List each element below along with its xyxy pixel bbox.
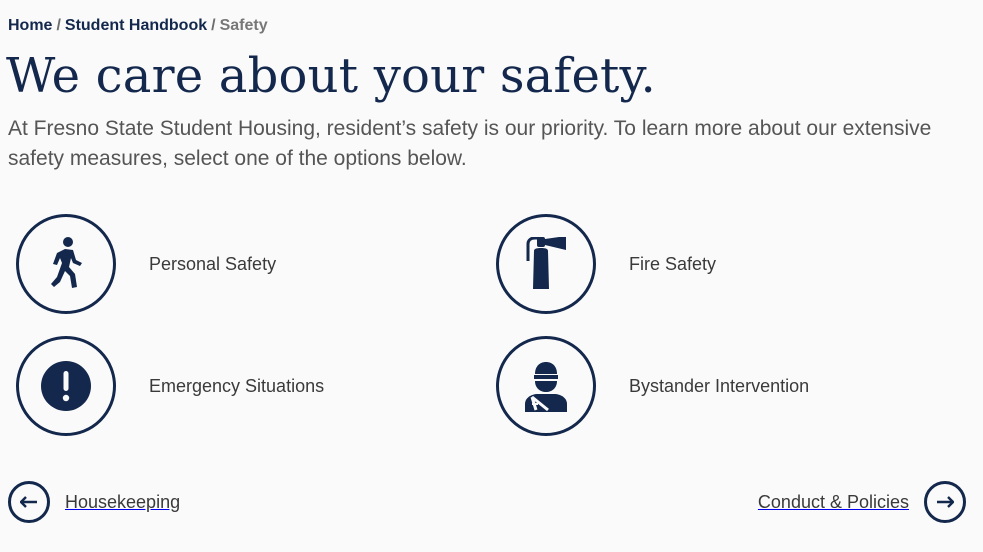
breadcrumb-handbook-link[interactable]: Student Handbook xyxy=(65,17,207,34)
prev-page-link[interactable]: Housekeeping xyxy=(8,481,180,523)
next-page-link[interactable]: Conduct & Policies xyxy=(758,481,966,523)
breadcrumb: Home / Student Handbook / Safety xyxy=(8,17,268,35)
prev-circle xyxy=(8,481,50,523)
option-personal-safety[interactable]: Personal Safety xyxy=(16,214,276,314)
option-icon-circle xyxy=(16,336,116,436)
breadcrumb-current: Safety xyxy=(219,17,268,34)
breadcrumb-home-link[interactable]: Home xyxy=(8,17,52,34)
injured-person-icon xyxy=(525,362,567,412)
arrow-left-icon xyxy=(20,496,37,508)
page-title: We care about your safety. xyxy=(6,48,656,104)
fire-extinguisher-icon xyxy=(526,237,566,289)
option-label: Emergency Situations xyxy=(149,375,325,396)
next-page-label: Conduct & Policies xyxy=(757,491,909,512)
option-icon-circle xyxy=(16,214,116,314)
breadcrumb-separator: / xyxy=(211,17,216,34)
exclamation-icon xyxy=(41,361,91,411)
intro-text: At Fresno State Student Housing, residen… xyxy=(8,117,932,170)
option-label: Fire Safety xyxy=(629,253,717,274)
option-bystander-intervention[interactable]: Bystander Intervention xyxy=(496,336,809,436)
breadcrumb-separator: / xyxy=(56,17,61,34)
option-emergency-situations[interactable]: Emergency Situations xyxy=(16,336,324,436)
next-circle xyxy=(924,481,966,523)
prev-page-label: Housekeeping xyxy=(65,491,181,512)
option-label: Bystander Intervention xyxy=(629,375,810,396)
option-label: Personal Safety xyxy=(149,253,277,274)
option-icon-circle xyxy=(496,214,596,314)
arrow-right-icon xyxy=(937,496,954,508)
option-icon-circle xyxy=(496,336,596,436)
option-fire-safety[interactable]: Fire Safety xyxy=(496,214,716,314)
walking-person-icon xyxy=(51,237,82,288)
